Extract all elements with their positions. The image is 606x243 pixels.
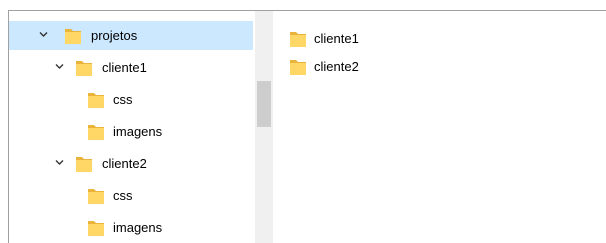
content-pane: cliente1 cliente2 bbox=[274, 11, 606, 243]
folder-icon bbox=[76, 61, 92, 76]
folder-icon bbox=[88, 189, 104, 204]
chevron-down-icon[interactable] bbox=[55, 62, 64, 71]
folder-icon bbox=[88, 93, 104, 108]
folder-icon bbox=[88, 125, 104, 140]
chevron-down-icon[interactable] bbox=[39, 30, 48, 39]
folder-icon bbox=[76, 157, 92, 172]
tree-item-cliente1[interactable]: cliente1 bbox=[9, 53, 253, 82]
tree-item-imagens[interactable]: imagens bbox=[9, 117, 253, 146]
tree-item-label: css bbox=[113, 92, 133, 107]
scrollbar-thumb[interactable] bbox=[257, 81, 271, 127]
chevron-down-icon[interactable] bbox=[55, 158, 64, 167]
tree-item-label: cliente1 bbox=[102, 60, 147, 75]
tree-item-css[interactable]: css bbox=[9, 85, 253, 114]
tree-item-label: projetos bbox=[91, 28, 138, 43]
tree-item-label: imagens bbox=[113, 124, 163, 139]
tree-item-css[interactable]: css bbox=[9, 181, 253, 210]
navigation-pane: projetos cliente1 css imagens cliente2 c… bbox=[9, 11, 255, 243]
content-item-label: cliente2 bbox=[314, 59, 359, 74]
folder-icon bbox=[290, 60, 306, 75]
folder-icon bbox=[65, 29, 81, 44]
folder-icon bbox=[88, 221, 104, 236]
folder-icon bbox=[290, 32, 306, 47]
nav-pane-scrollbar[interactable] bbox=[255, 11, 273, 243]
tree-item-label: cliente2 bbox=[102, 156, 147, 171]
tree-item-imagens[interactable]: imagens bbox=[9, 213, 253, 242]
content-item-label: cliente1 bbox=[314, 31, 359, 46]
content-item-cliente1[interactable]: cliente1 bbox=[286, 26, 406, 50]
tree-item-projetos[interactable]: projetos bbox=[9, 21, 253, 50]
file-explorer-window: projetos cliente1 css imagens cliente2 c… bbox=[8, 10, 606, 243]
tree-item-cliente2[interactable]: cliente2 bbox=[9, 149, 253, 178]
tree-item-label: css bbox=[113, 188, 133, 203]
content-item-cliente2[interactable]: cliente2 bbox=[286, 54, 406, 78]
tree-item-label: imagens bbox=[113, 220, 163, 235]
